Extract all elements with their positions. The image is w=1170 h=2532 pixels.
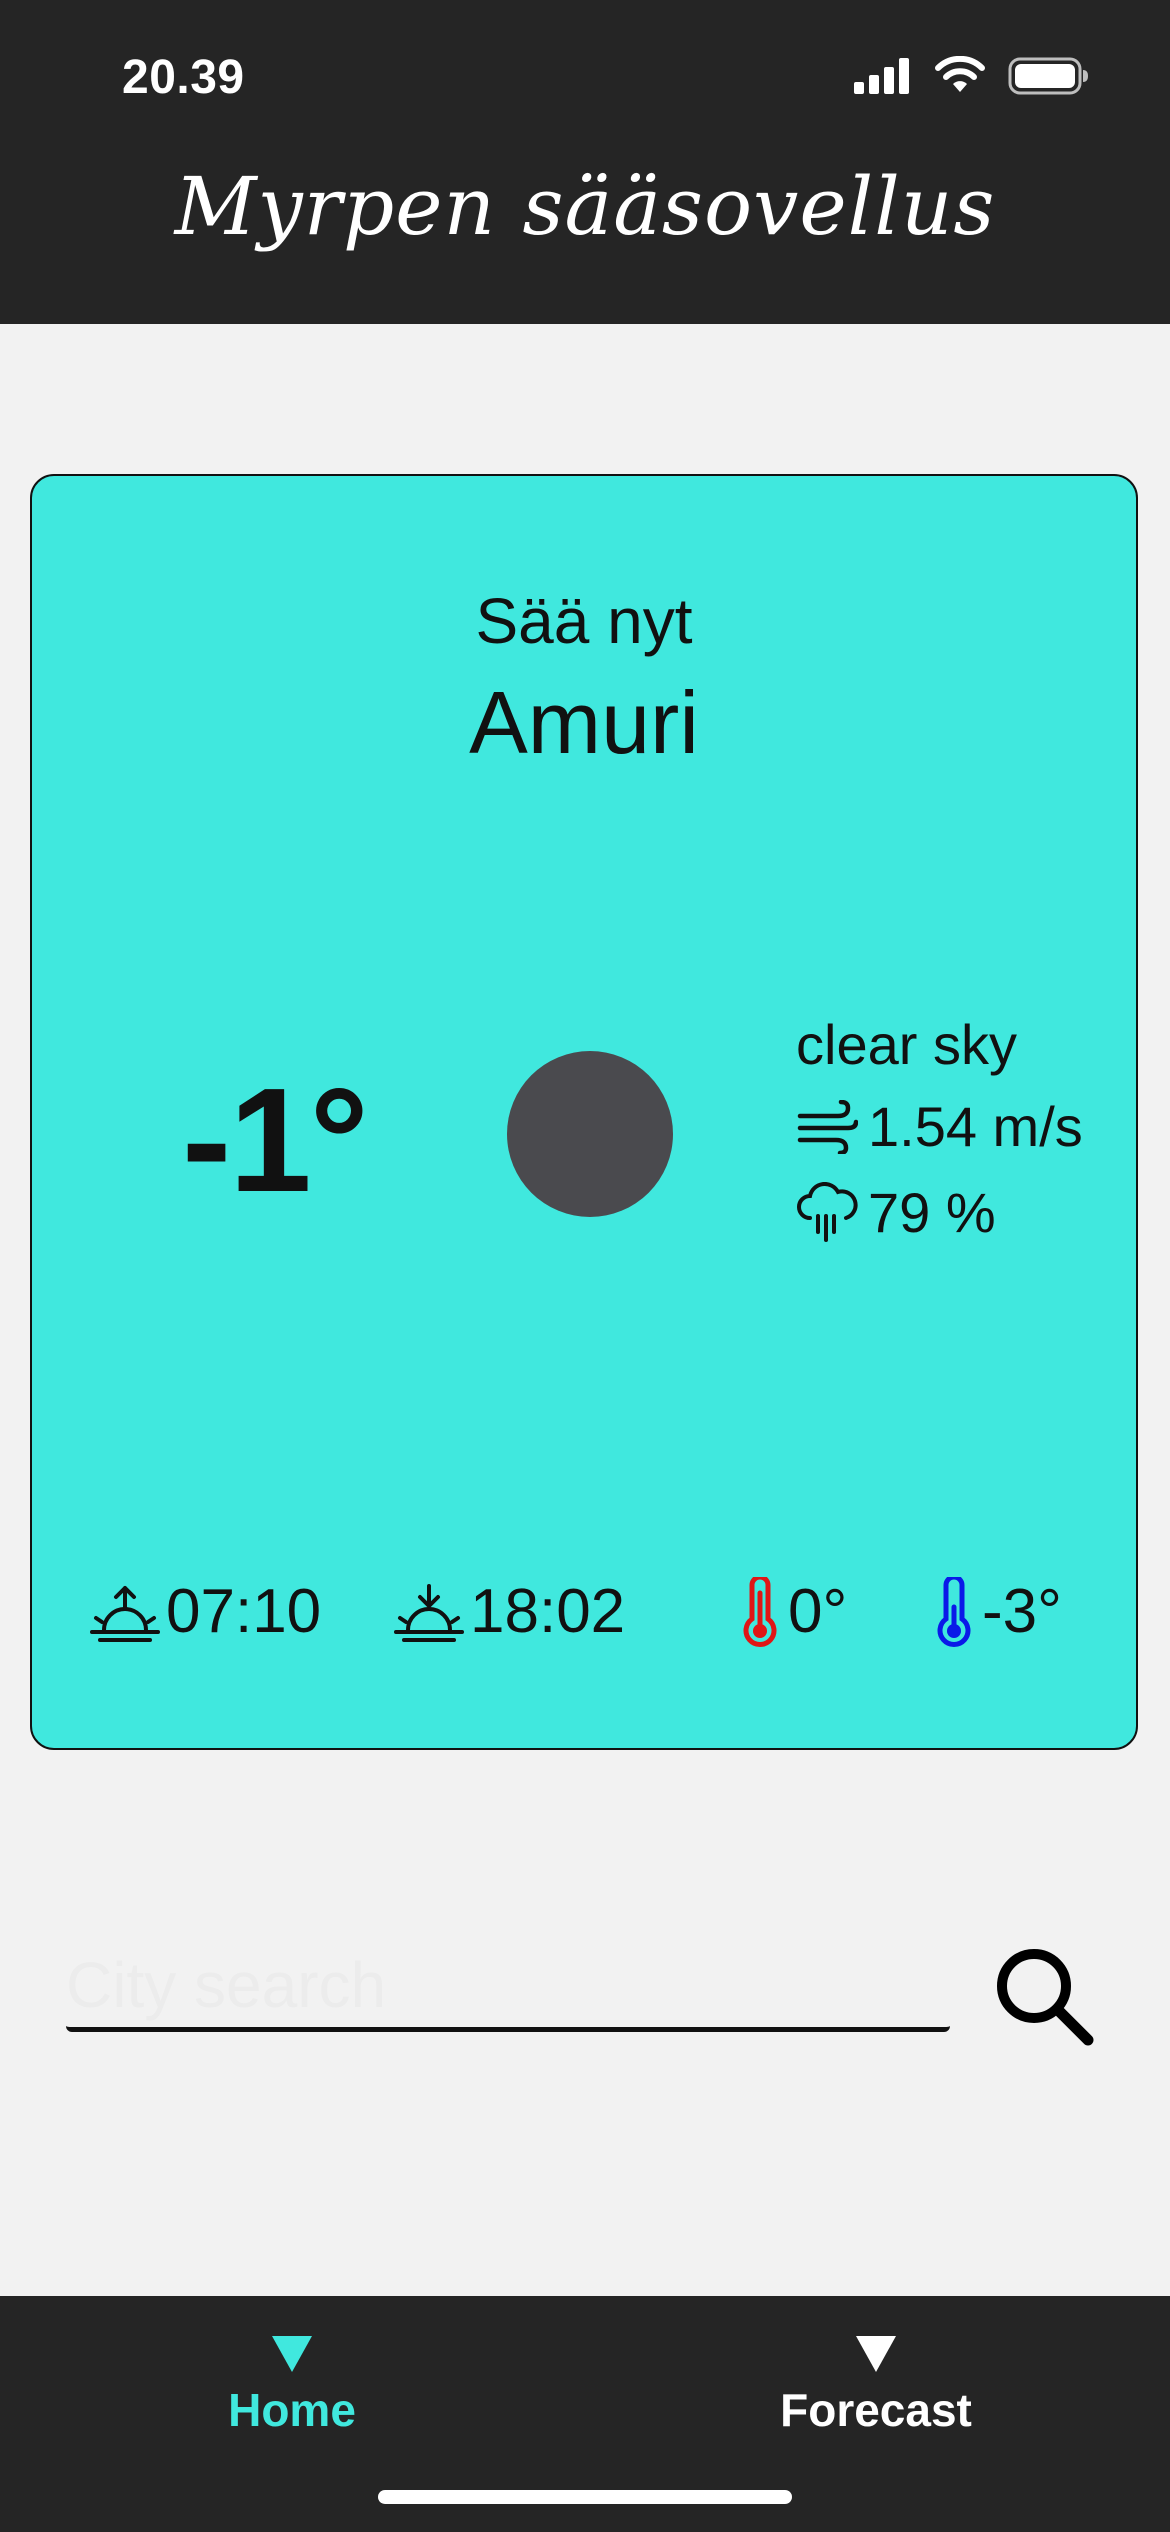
battery-icon xyxy=(1008,57,1088,95)
search-icon xyxy=(997,1949,1094,2046)
home-indicator xyxy=(378,2490,792,2504)
weather-description: clear sky xyxy=(796,1013,1017,1076)
sun-and-temp-range-row: 07:10 18:02 0° -3° xyxy=(32,1576,1136,1656)
current-weather-card: Sää nyt Amuri -1° clear sky 1.54 m/s 79 … xyxy=(30,474,1138,1750)
thermometer-high-icon xyxy=(743,1576,777,1647)
tab-home[interactable]: Home xyxy=(112,2336,472,2437)
card-subtitle: Sää nyt xyxy=(475,585,693,657)
weather-condition-icon xyxy=(507,1051,673,1217)
max-temperature: 0° xyxy=(788,1577,848,1646)
wifi-icon xyxy=(935,56,985,92)
app-title: Myrpen sääsovellus xyxy=(174,160,996,253)
triangle-down-icon xyxy=(856,2336,896,2372)
humidity-value: 79 % xyxy=(868,1181,996,1244)
search-button[interactable] xyxy=(990,1942,1098,2050)
tab-forecast[interactable]: Forecast xyxy=(696,2336,1056,2437)
wind-row: 1.54 m/s xyxy=(796,1094,1083,1159)
triangle-down-icon xyxy=(272,2336,312,2372)
sunset-icon xyxy=(394,1583,464,1642)
min-temperature: -3° xyxy=(982,1577,1062,1646)
current-temperature: -1° xyxy=(182,1058,369,1223)
app-header: 20.39 Myrpen sääsovellus xyxy=(0,0,1170,324)
sunset-item: 18:02 xyxy=(394,1576,625,1647)
city-name: Amuri xyxy=(469,673,699,772)
wind-speed: 1.54 m/s xyxy=(868,1095,1083,1158)
max-temp-item: 0° xyxy=(738,1576,847,1647)
wind-icon xyxy=(797,1099,858,1154)
min-temp-item: -3° xyxy=(932,1576,1062,1647)
thermometer-low-icon xyxy=(937,1576,971,1647)
sunrise-icon xyxy=(90,1585,160,1642)
humidity-row: 79 % xyxy=(796,1180,996,1245)
rain-cloud-icon xyxy=(797,1181,858,1242)
sunrise-time: 07:10 xyxy=(166,1577,322,1646)
sunrise-item: 07:10 xyxy=(90,1576,321,1647)
city-search-input[interactable] xyxy=(66,1942,950,2032)
status-icons xyxy=(854,56,1090,96)
status-time: 20.39 xyxy=(122,51,245,104)
cellular-signal-icon xyxy=(854,58,909,94)
tab-forecast-label: Forecast xyxy=(780,2384,972,2436)
sunset-time: 18:02 xyxy=(470,1577,626,1646)
tab-home-label: Home xyxy=(228,2384,356,2436)
